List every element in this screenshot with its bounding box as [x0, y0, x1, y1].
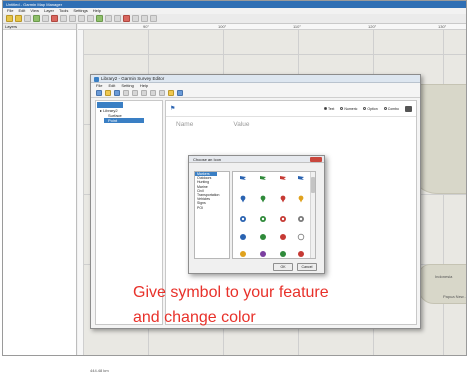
- cancel-button[interactable]: Cancel: [297, 263, 317, 271]
- editor-menu-edit[interactable]: Edit: [108, 83, 115, 89]
- select-icon[interactable]: [60, 15, 67, 22]
- flag-icon[interactable]: [295, 174, 307, 184]
- flag-icon[interactable]: [277, 174, 289, 184]
- zoom-out-icon[interactable]: [87, 15, 94, 22]
- info-icon[interactable]: [177, 90, 183, 96]
- place-label: Indonesia: [435, 274, 453, 279]
- remove-icon[interactable]: [132, 90, 138, 96]
- pin-icon[interactable]: [277, 194, 289, 204]
- pin-icon[interactable]: [257, 194, 269, 204]
- app-title-bar: Untitled - Garmin Map Manager: [3, 1, 466, 8]
- properties-toolbar: ⚑ Text Numeric Option Combo: [166, 101, 416, 117]
- layers-panel-header: Layers: [3, 24, 76, 30]
- redo-icon[interactable]: [150, 15, 157, 22]
- pan-icon[interactable]: [69, 15, 76, 22]
- ok-button[interactable]: OK: [273, 263, 293, 271]
- add-icon[interactable]: [123, 90, 129, 96]
- radio-combo[interactable]: Combo: [383, 107, 399, 111]
- circle-icon[interactable]: [237, 249, 249, 259]
- radio-text[interactable]: Text: [323, 107, 334, 111]
- add-layer-icon[interactable]: [33, 15, 40, 22]
- category-item[interactable]: POI: [195, 206, 229, 210]
- field-type-options: Text Numeric Option Combo: [323, 107, 399, 111]
- editor-title-bar: Library2 - Garmin Survey Editor: [91, 75, 420, 83]
- move-up-icon[interactable]: [141, 90, 147, 96]
- pin-icon[interactable]: [237, 194, 249, 204]
- delete-icon[interactable]: [51, 15, 58, 22]
- column-name: Name: [176, 121, 194, 128]
- dot-icon[interactable]: [237, 214, 249, 224]
- grid-line: [84, 54, 466, 55]
- link-icon[interactable]: [159, 90, 165, 96]
- property-column-headers: Name Value: [166, 121, 416, 128]
- undo-icon[interactable]: [141, 15, 148, 22]
- left-ruler: [78, 30, 84, 355]
- caption-line-1: Give symbol to your feature: [133, 284, 329, 301]
- app-title: Untitled - Garmin Map Manager: [6, 2, 63, 7]
- new-icon[interactable]: [96, 90, 102, 96]
- new-file-icon[interactable]: [6, 15, 13, 22]
- circle-icon[interactable]: [295, 232, 307, 242]
- flag-icon[interactable]: [257, 174, 269, 184]
- column-value: Value: [233, 121, 250, 128]
- dialog-title-bar: Choose an Icon: [189, 156, 324, 163]
- draw-point-icon[interactable]: [96, 15, 103, 22]
- zoom-in-icon[interactable]: [78, 15, 85, 22]
- move-down-icon[interactable]: [150, 90, 156, 96]
- measure-icon[interactable]: [123, 15, 130, 22]
- dot-icon[interactable]: [277, 214, 289, 224]
- open-icon[interactable]: [105, 90, 111, 96]
- editor-menu-setting[interactable]: Setting: [121, 83, 133, 89]
- cut-icon[interactable]: [42, 15, 49, 22]
- circle-icon[interactable]: [295, 249, 307, 259]
- circle-icon[interactable]: [257, 249, 269, 259]
- editor-menu-help[interactable]: Help: [140, 83, 148, 89]
- draw-line-icon[interactable]: [105, 15, 112, 22]
- icon-grid: [232, 171, 316, 259]
- close-icon[interactable]: [310, 157, 322, 162]
- flag-icon[interactable]: [237, 174, 249, 184]
- editor-title: Library2 - Garmin Survey Editor: [101, 76, 165, 81]
- radio-numeric[interactable]: Numeric: [340, 107, 357, 111]
- gps-icon[interactable]: [132, 15, 139, 22]
- circle-icon[interactable]: [237, 232, 249, 242]
- flag-icon[interactable]: ⚑: [170, 105, 175, 112]
- ruler-label: 110°: [293, 24, 301, 29]
- layers-panel: Layers: [3, 24, 77, 355]
- caption-line-2: and change color: [133, 309, 256, 326]
- editor-menu-file[interactable]: File: [96, 83, 102, 89]
- scale-bar-label: 444.48 km: [90, 368, 109, 373]
- dot-icon[interactable]: [257, 214, 269, 224]
- app-toolbar: [3, 14, 466, 24]
- icon-category-list: Markers Outdoors Hunting Marine Civil Tr…: [194, 171, 230, 259]
- dot-icon[interactable]: [295, 214, 307, 224]
- circle-icon[interactable]: [277, 232, 289, 242]
- top-ruler: 90° 100° 110° 120° 130°: [78, 24, 466, 30]
- editor-toolbar: [91, 89, 420, 98]
- app-icon: [94, 76, 99, 82]
- pin-icon[interactable]: [295, 194, 307, 204]
- dialog-title: Choose an Icon: [193, 157, 222, 162]
- circle-icon[interactable]: [257, 232, 269, 242]
- open-folder-icon[interactable]: [15, 15, 22, 22]
- circle-icon[interactable]: [277, 249, 289, 259]
- radio-option[interactable]: Option: [363, 107, 378, 111]
- image-icon[interactable]: [168, 90, 174, 96]
- choose-icon-dialog: Choose an Icon Markers Outdoors Hunting …: [188, 155, 325, 274]
- save-icon[interactable]: [24, 15, 31, 22]
- draw-polygon-icon[interactable]: [114, 15, 121, 22]
- tree-item-point[interactable]: Point: [104, 118, 144, 123]
- scrollbar-thumb[interactable]: [311, 177, 315, 193]
- save-icon[interactable]: [114, 90, 120, 96]
- properties-icon[interactable]: [405, 105, 412, 112]
